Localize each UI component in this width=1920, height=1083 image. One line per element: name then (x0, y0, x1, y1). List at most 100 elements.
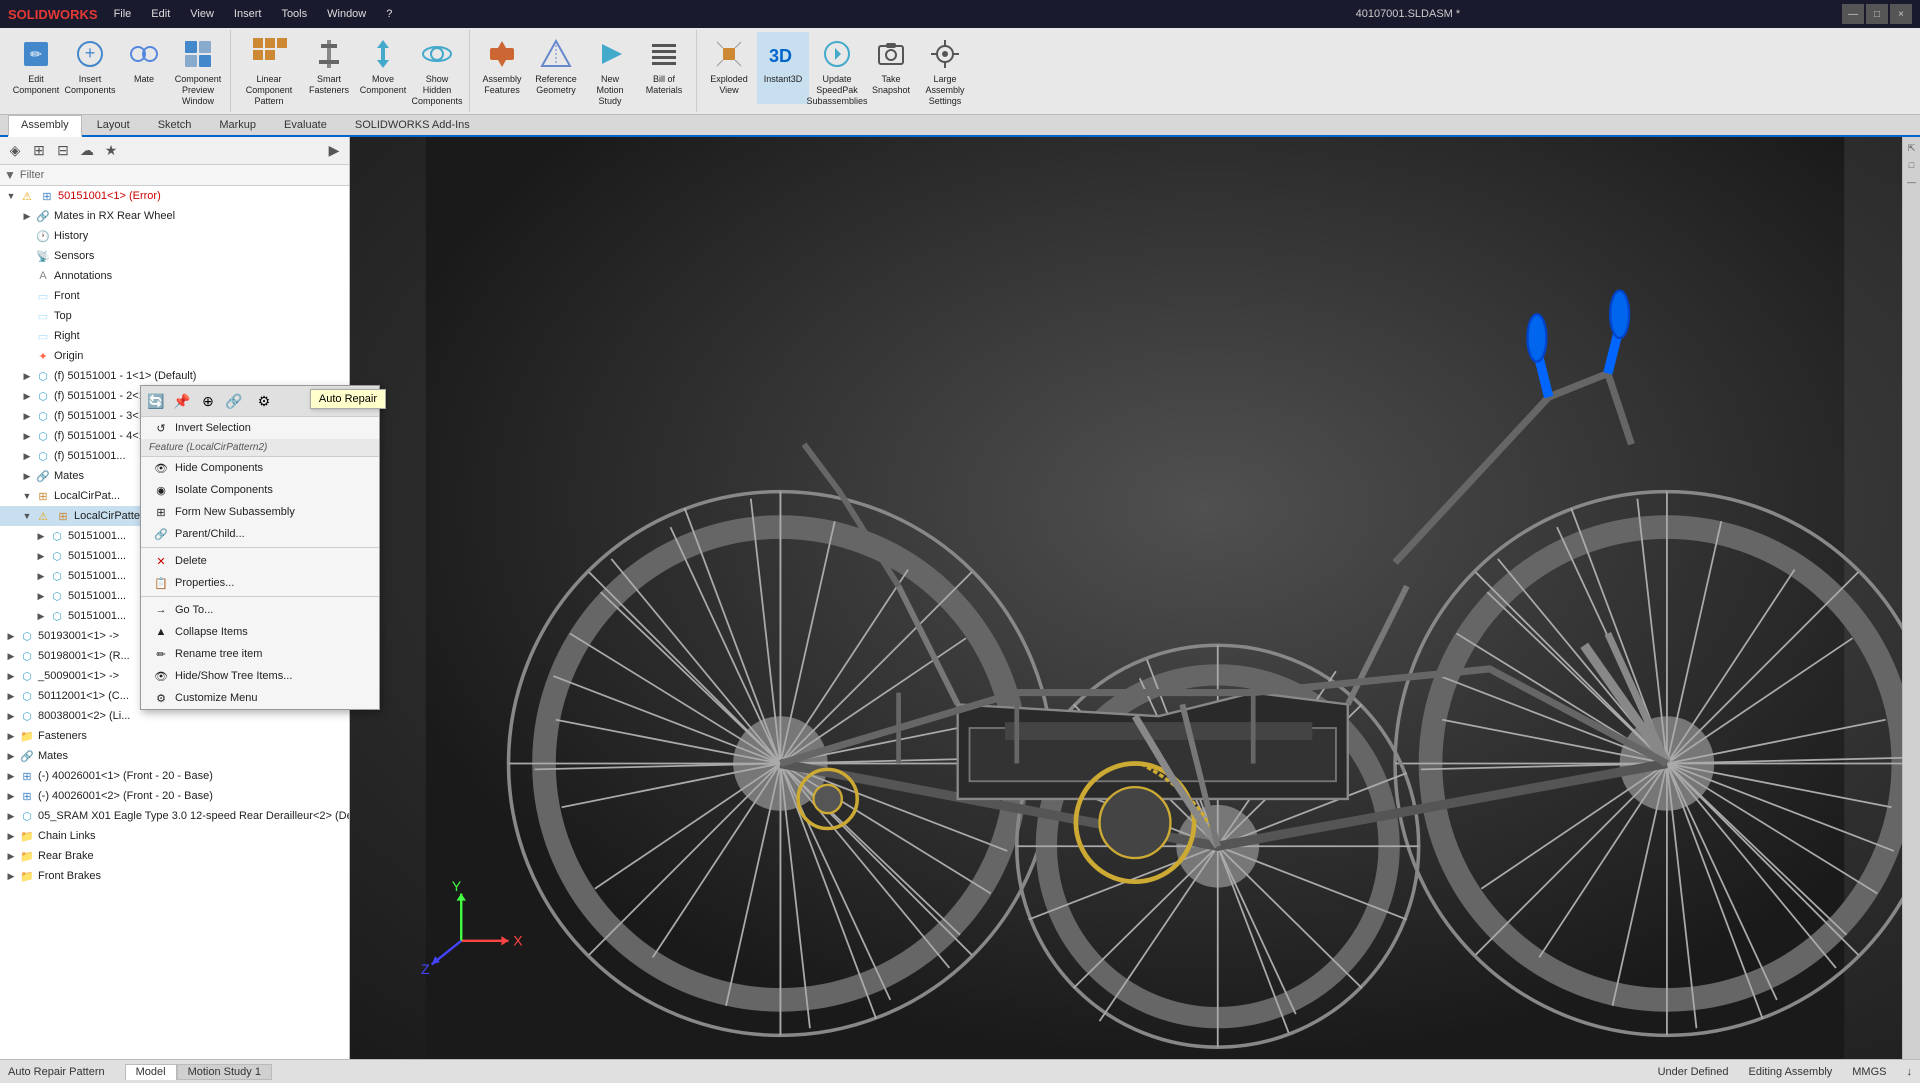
menu-window[interactable]: Window (319, 6, 374, 22)
menu-help[interactable]: ? (378, 6, 400, 22)
move-component-button[interactable]: MoveComponent (357, 32, 409, 104)
tree-item-annotations[interactable]: A Annotations (0, 266, 349, 286)
expand-fasteners[interactable]: ▶ (4, 727, 18, 745)
expand-comp4[interactable]: ▶ (4, 687, 18, 705)
tree-item-root[interactable]: ▼ ⚠ ⊞ 50151001<1> (Error) (0, 186, 349, 206)
tree-tool-1[interactable]: ◈ (4, 140, 26, 162)
tree-item-right[interactable]: ▭ Right (0, 326, 349, 346)
linear-component-pattern-button[interactable]: LinearComponentPattern (237, 32, 301, 110)
tab-assembly[interactable]: Assembly (8, 115, 82, 137)
ctx-collapse-items[interactable]: ▲ Collapse Items (141, 621, 379, 643)
expand-localcirpat1[interactable]: ▼ (20, 487, 34, 505)
expand-comp3[interactable]: ▶ (4, 667, 18, 685)
insert-components-button[interactable]: + InsertComponents (64, 32, 116, 104)
vp-hide-button[interactable]: — (1905, 175, 1919, 189)
expand-front-brakes[interactable]: ▶ (4, 867, 18, 885)
take-snapshot-button[interactable]: TakeSnapshot (865, 32, 917, 104)
expand-comp1[interactable]: ▶ (4, 627, 18, 645)
tree-item-mates-rx[interactable]: ▶ 🔗 Mates in RX Rear Wheel (0, 206, 349, 226)
menu-insert[interactable]: Insert (226, 6, 270, 22)
update-speedpak-button[interactable]: UpdateSpeedPakSubassemblies (811, 32, 863, 110)
ctx-tool-link[interactable]: 🔗 (222, 389, 246, 413)
edit-component-button[interactable]: ✏ EditComponent (10, 32, 62, 104)
expand-chain-links[interactable]: ▶ (4, 827, 18, 845)
expand-sub5[interactable]: ▶ (34, 607, 48, 625)
tree-item-comp6[interactable]: ▶ ⊞ (-) 40026001<1> (Front - 20 - Base) (0, 766, 349, 786)
menu-tools[interactable]: Tools (273, 6, 315, 22)
tree-tool-2[interactable]: ⊞ (28, 140, 50, 162)
vp-restore-button[interactable]: □ (1905, 158, 1919, 172)
ctx-parent-child[interactable]: 🔗 Parent/Child... (141, 523, 379, 545)
component-preview-button[interactable]: ComponentPreviewWindow (172, 32, 224, 110)
tab-evaluate[interactable]: Evaluate (271, 115, 340, 135)
expand-root[interactable]: ▼ (4, 187, 18, 205)
tab-markup[interactable]: Markup (206, 115, 269, 135)
mate-button[interactable]: Mate (118, 32, 170, 104)
ctx-hide-components[interactable]: 👁 Hide Components (141, 457, 379, 479)
expand-comp7[interactable]: ▶ (4, 787, 18, 805)
tree-item-sensors[interactable]: 📡 Sensors (0, 246, 349, 266)
tree-item-comp7[interactable]: ▶ ⊞ (-) 40026001<2> (Front - 20 - Base) (0, 786, 349, 806)
expand-comp5[interactable]: ▶ (4, 707, 18, 725)
expand-sub2[interactable]: ▶ (34, 547, 48, 565)
exploded-view-button[interactable]: ExplodedView (703, 32, 755, 104)
expand-localcirpat2[interactable]: ▼ (20, 507, 34, 525)
new-motion-study-button[interactable]: New MotionStudy (584, 32, 636, 110)
ctx-form-new-subassembly[interactable]: ⊞ Form New Subassembly (141, 501, 379, 523)
expand-part1[interactable]: ▶ (20, 367, 34, 385)
expand-sub1[interactable]: ▶ (34, 527, 48, 545)
ctx-tool-add[interactable]: ⊕ (196, 389, 220, 413)
vp-expand-button[interactable]: ⇱ (1905, 141, 1919, 155)
close-button[interactable]: × (1890, 4, 1912, 24)
tab-layout[interactable]: Layout (84, 115, 143, 135)
arrow-status[interactable]: ↓ (1907, 1066, 1913, 1078)
menu-file[interactable]: File (106, 6, 140, 22)
expand-mates[interactable]: ▶ (20, 467, 34, 485)
ctx-delete[interactable]: ✕ Delete (141, 550, 379, 572)
tree-item-history[interactable]: 🕐 History (0, 226, 349, 246)
ctx-go-to[interactable]: → Go To... (141, 599, 379, 621)
ctx-hide-show-tree[interactable]: 👁 Hide/Show Tree Items... (141, 665, 379, 687)
ctx-customize-menu[interactable]: ⚙ Customize Menu (141, 687, 379, 709)
expand-comp6[interactable]: ▶ (4, 767, 18, 785)
status-tab-model[interactable]: Model (125, 1064, 177, 1080)
expand-part4[interactable]: ▶ (20, 427, 34, 445)
expand-part5[interactable]: ▶ (20, 447, 34, 465)
ctx-isolate-components[interactable]: ◉ Isolate Components (141, 479, 379, 501)
ctx-tool-pin[interactable]: 📌 (170, 389, 194, 413)
tree-item-part1[interactable]: ▶ ⬡ (f) 50151001 - 1<1> (Default) (0, 366, 349, 386)
tree-item-top[interactable]: ▭ Top (0, 306, 349, 326)
tab-sketch[interactable]: Sketch (145, 115, 205, 135)
expand-part3[interactable]: ▶ (20, 407, 34, 425)
tree-tool-3[interactable]: ⊟ (52, 140, 74, 162)
reference-geometry-button[interactable]: ReferenceGeometry (530, 32, 582, 104)
expand-part2[interactable]: ▶ (20, 387, 34, 405)
expand-comp8[interactable]: ▶ (4, 807, 18, 825)
tree-item-front-brakes[interactable]: ▶ 📁 Front Brakes (0, 866, 349, 886)
ctx-tool-extra[interactable]: ⚙ (252, 389, 276, 413)
instant3d-button[interactable]: 3D Instant3D (757, 32, 809, 104)
expand-sub4[interactable]: ▶ (34, 587, 48, 605)
tree-item-comp8[interactable]: ▶ ⬡ 05_SRAM X01 Eagle Type 3.0 12-speed … (0, 806, 349, 826)
tree-tool-4[interactable]: ☁ (76, 140, 98, 162)
show-hidden-components-button[interactable]: ShowHiddenComponents (411, 32, 463, 110)
tree-collapse-button[interactable]: ▶ (323, 140, 345, 162)
tree-item-mates2[interactable]: ▶ 🔗 Mates (0, 746, 349, 766)
smart-fasteners-button[interactable]: SmartFasteners (303, 32, 355, 104)
ctx-tool-rotate[interactable]: 🔄 (144, 389, 168, 413)
tree-item-origin[interactable]: ✦ Origin (0, 346, 349, 366)
assembly-features-button[interactable]: AssemblyFeatures (476, 32, 528, 104)
tree-item-fasteners[interactable]: ▶ 📁 Fasteners (0, 726, 349, 746)
ctx-rename-tree-item[interactable]: ✏ Rename tree item (141, 643, 379, 665)
menu-edit[interactable]: Edit (143, 6, 178, 22)
tab-addins[interactable]: SOLIDWORKS Add-Ins (342, 115, 483, 135)
minimize-button[interactable]: — (1842, 4, 1864, 24)
ctx-invert-selection[interactable]: ↺ Invert Selection (141, 417, 379, 439)
menu-view[interactable]: View (182, 6, 222, 22)
expand-mates2[interactable]: ▶ (4, 747, 18, 765)
expand-sub3[interactable]: ▶ (34, 567, 48, 585)
tree-item-front[interactable]: ▭ Front (0, 286, 349, 306)
tree-tool-5[interactable]: ★ (100, 140, 122, 162)
large-assembly-settings-button[interactable]: LargeAssemblySettings (919, 32, 971, 110)
tree-item-chain-links[interactable]: ▶ 📁 Chain Links (0, 826, 349, 846)
